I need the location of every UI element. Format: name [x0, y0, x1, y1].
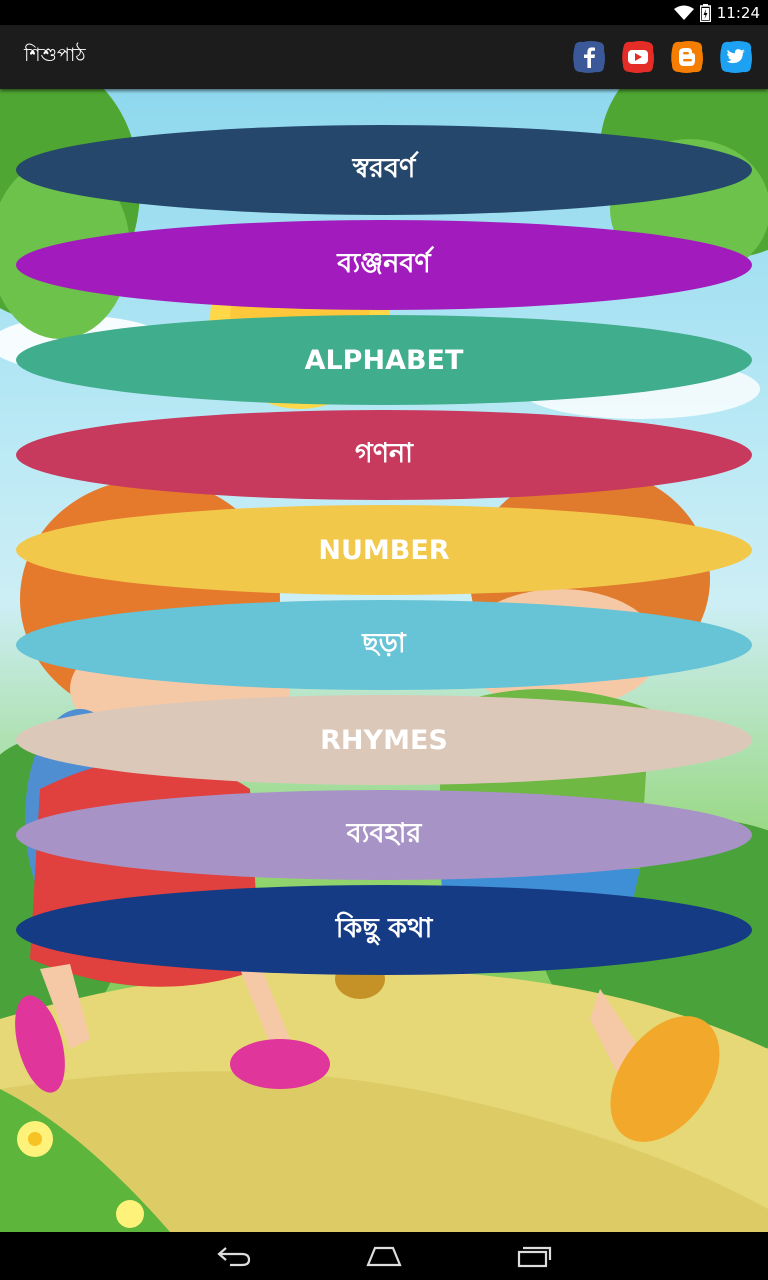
menu-item-rhymes[interactable]: RHYMES: [16, 695, 752, 785]
main-content: স্বরবর্ণ ব্যঞ্জনবর্ণ ALPHABET গণনা NUMBE…: [0, 89, 768, 1232]
status-bar: 11:24: [0, 0, 768, 25]
back-icon[interactable]: [204, 1236, 264, 1276]
menu-item-number[interactable]: NUMBER: [16, 505, 752, 595]
recents-icon[interactable]: [504, 1236, 564, 1276]
home-icon[interactable]: [354, 1236, 414, 1276]
social-links: [571, 39, 754, 75]
twitter-icon[interactable]: [718, 39, 754, 75]
app-title: শিশুপাঠ: [24, 44, 86, 66]
facebook-icon[interactable]: [571, 39, 607, 75]
app-bar: শিশুপাঠ: [0, 25, 768, 89]
menu-item-gonona[interactable]: গণনা: [16, 410, 752, 500]
menu-item-kichhu-kotha[interactable]: কিছু কথা: [16, 885, 752, 975]
battery-icon: [699, 3, 711, 22]
youtube-icon[interactable]: [620, 39, 656, 75]
status-time: 11:24: [716, 3, 760, 22]
menu-item-chhora[interactable]: ছড়া: [16, 600, 752, 690]
menu-item-sorborno[interactable]: স্বরবর্ণ: [16, 125, 752, 215]
menu: স্বরবর্ণ ব্যঞ্জনবর্ণ ALPHABET গণনা NUMBE…: [0, 89, 768, 1232]
navigation-bar: [0, 1232, 768, 1280]
menu-item-byanjonborno[interactable]: ব্যঞ্জনবর্ণ: [16, 220, 752, 310]
wifi-icon: [673, 5, 694, 21]
blogger-icon[interactable]: [669, 39, 705, 75]
menu-item-alphabet[interactable]: ALPHABET: [16, 315, 752, 405]
menu-item-byabohar[interactable]: ব্যবহার: [16, 790, 752, 880]
